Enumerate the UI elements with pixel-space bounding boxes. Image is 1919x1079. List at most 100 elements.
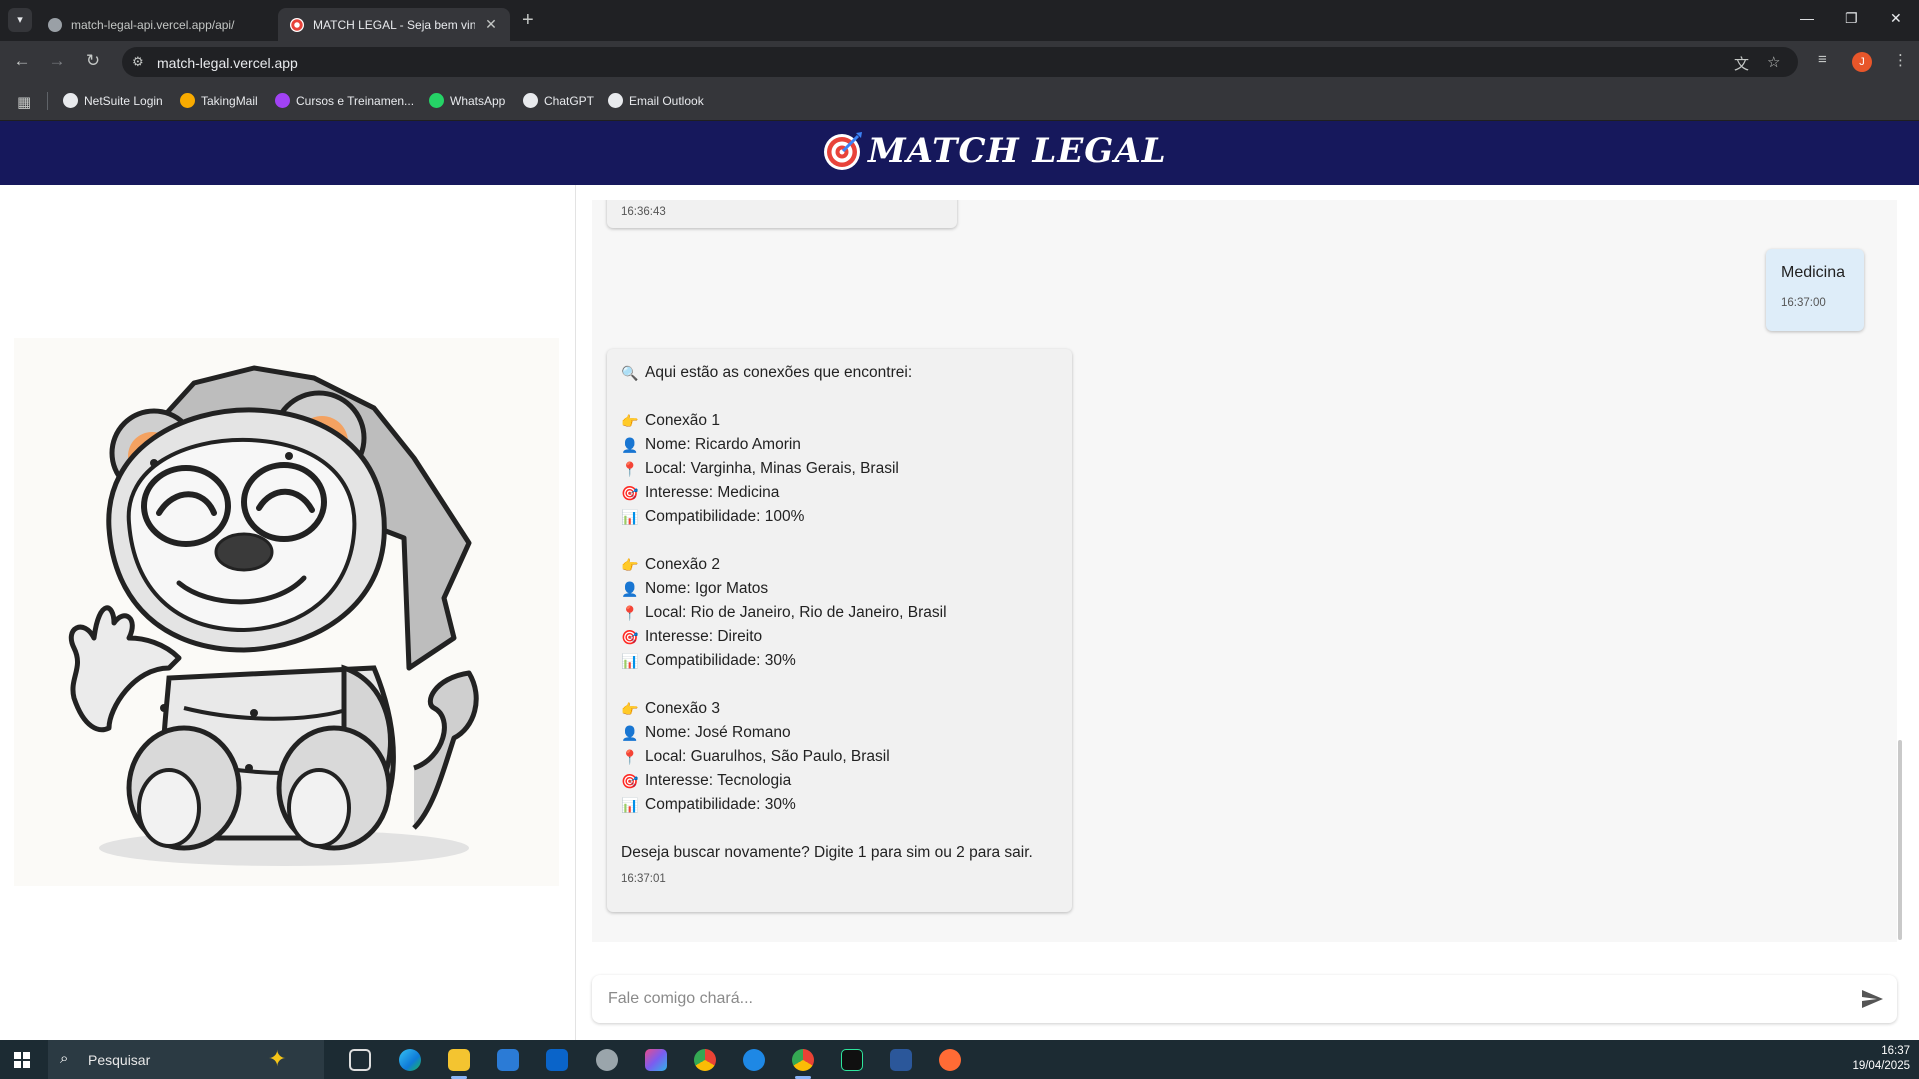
mascot-pane [0,185,576,1040]
bookmark-label: WhatsApp [450,93,506,108]
intro-text: Aqui estão as conexões que encontrei: [645,364,913,381]
chat-pane: 16:36:43 Medicina 16:37:00 🔍 Aqui estão … [577,185,1919,1040]
profile-avatar[interactable]: J [1852,52,1872,72]
chrome-icon[interactable] [694,1049,716,1071]
pin-icon: 📍 [621,749,639,765]
bookmark-star-icon[interactable]: ☆ [1767,53,1780,71]
tab-api[interactable]: match-legal-api.vercel.app/api/ ✕ [36,8,302,41]
target-arrow-icon [824,132,862,170]
tab-search-icon[interactable]: ▾ [8,8,32,32]
message-text: Medicina [1781,264,1846,281]
connection-interest: Interesse: Medicina [645,484,780,501]
new-tab-icon[interactable]: + [522,10,534,30]
connection-2: 👉 Conexão 2 👤 Nome: Igor Matos 📍 Local: Rio… [621,553,1033,673]
pointing-hand-icon: 👉 [621,557,639,573]
chatgpt-icon [523,93,538,108]
file-explorer-icon[interactable] [448,1049,470,1071]
bookmarks-bar: ▦ NetSuite Login TakingMail Cursos e Tre… [0,81,1919,121]
bookmark-chatgpt[interactable]: ChatGPT [523,93,594,108]
sparkle-icon: ✦ [268,1046,287,1071]
taskbar-search[interactable]: ⌕ Pesquisar ✦ [48,1040,324,1079]
connection-name: Nome: José Romano [645,724,791,741]
target-icon: 🎯 [621,773,639,789]
message-time: 16:37:01 [621,873,666,885]
task-view-icon[interactable] [349,1049,371,1071]
tab-match-legal[interactable]: MATCH LEGAL - Seja bem vindo ✕ [278,8,510,41]
back-icon[interactable]: ← [12,51,32,71]
minimize-icon[interactable]: — [1800,10,1814,26]
browser-toolbar: ← → ↻ ⚙ match-legal.vercel.app 文 ☆ ≡ J ⋮ [0,41,1919,81]
settings-gear-icon[interactable] [596,1049,618,1071]
send-icon[interactable] [1860,987,1884,1011]
media-control-icon[interactable]: ≡ [1818,51,1827,68]
message-time: 16:37:00 [1781,297,1826,309]
bookmark-netsuite[interactable]: NetSuite Login [63,93,163,108]
bookmark-label: Cursos e Treinamen... [296,93,415,108]
close-icon[interactable]: ✕ [484,16,498,33]
outlook-icon [608,93,623,108]
bookmark-outlook[interactable]: Email Outlook [608,93,704,108]
connection-name: Nome: Igor Matos [645,580,769,597]
bookmark-cursos[interactable]: Cursos e Treinamen... [275,93,414,108]
clock-date: 19/04/2025 [1852,1060,1910,1072]
pin-icon: 📍 [621,605,639,621]
message-time: 16:36:43 [621,206,666,218]
bookmark-label: NetSuite Login [84,93,163,108]
person-icon: 👤 [621,725,639,741]
netsuite-icon [63,93,78,108]
pointing-hand-icon: 👉 [621,413,639,429]
terminal-app-icon[interactable] [841,1049,863,1071]
target-favicon-icon [290,17,304,32]
connection-title: Conexão 3 [645,700,720,717]
connection-compat: Compatibilidade: 30% [645,796,796,813]
apps-grid-icon[interactable]: ▦ [17,93,31,111]
connection-location: Local: Varginha, Minas Gerais, Brasil [645,460,899,477]
chat-messages[interactable]: 16:36:43 Medicina 16:37:00 🔍 Aqui estão … [592,200,1897,942]
bookmark-takingmail[interactable]: TakingMail [180,93,258,108]
brand-logo: MATCH LEGAL [822,130,1167,172]
word-icon[interactable] [890,1049,912,1071]
pointing-hand-icon: 👉 [621,701,639,717]
bookmark-whatsapp[interactable]: WhatsApp [429,93,505,108]
window-close-icon[interactable]: ✕ [1890,10,1902,27]
target-icon: 🎯 [621,629,639,645]
edge-icon[interactable] [399,1049,421,1071]
chat-input[interactable] [608,987,1848,1011]
menu-kebab-icon[interactable]: ⋮ [1893,51,1908,69]
mascot-card [14,338,559,886]
person-icon: 👤 [621,437,639,453]
system-clock[interactable]: 16:37 19/04/2025 [1850,1044,1910,1074]
site-info-icon[interactable]: ⚙ [132,54,144,70]
connection-compat: Compatibilidade: 30% [645,652,796,669]
postman-icon[interactable] [939,1049,961,1071]
quick-assist-icon[interactable] [743,1049,765,1071]
windows-start-icon[interactable] [14,1052,30,1068]
chat-input-bar [592,975,1897,1023]
outlook-icon[interactable] [546,1049,568,1071]
connection-compat: Compatibilidade: 100% [645,508,805,525]
bookmark-label: ChatGPT [544,93,595,108]
person-icon: 👤 [621,581,639,597]
connection-title: Conexão 1 [645,412,720,429]
bot-message: 16:36:43 [607,200,957,228]
bookmark-label: Email Outlook [629,93,704,108]
forward-icon[interactable]: → [47,51,67,71]
whatsapp-icon [429,93,444,108]
connection-1: 👉 Conexão 1 👤 Nome: Ricardo Amorin 📍 Local:… [621,409,1033,529]
tab-title: match-legal-api.vercel.app/api/ [71,17,235,32]
reload-icon[interactable]: ↻ [83,51,103,71]
bookmark-separator [47,92,48,110]
store-icon[interactable] [497,1049,519,1071]
search-icon: ⌕ [60,1050,69,1067]
bar-chart-icon: 📊 [621,509,639,525]
chat-scrollbar[interactable] [1898,740,1902,940]
translate-icon[interactable]: 文 [1734,53,1749,74]
bar-chart-icon: 📊 [621,653,639,669]
clock-time: 16:37 [1881,1045,1910,1057]
restore-icon[interactable]: ❐ [1845,10,1858,27]
address-bar[interactable]: ⚙ match-legal.vercel.app 文 ☆ [122,47,1798,77]
m365-icon[interactable] [645,1049,667,1071]
target-icon: 🎯 [621,485,639,501]
chrome-profile-icon[interactable] [792,1049,814,1071]
connection-location: Local: Guarulhos, São Paulo, Brasil [645,748,890,765]
